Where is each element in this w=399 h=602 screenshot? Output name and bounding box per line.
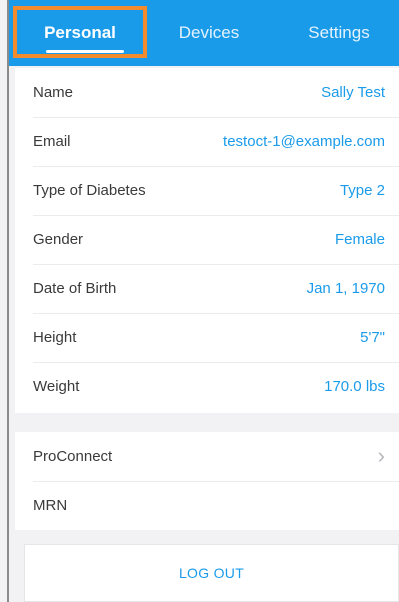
row-value: Type 2 [339,181,385,199]
tab-devices-label: Devices [178,23,240,42]
tab-settings-label: Settings [308,23,370,42]
row-value: 170.0 lbs [324,377,385,395]
row-label: Weight [33,377,80,395]
connection-list: ProConnect › MRN [15,432,399,530]
tab-bar: Personal Devices Settings [9,0,399,66]
active-tab-indicator [46,50,124,53]
row-label: Email [33,132,71,150]
profile-list: Name Sally Test Email testoct-1@example.… [15,68,399,413]
row-label: Name [33,83,74,101]
row-label: ProConnect [33,447,113,465]
row-label: Type of Diabetes [33,181,146,199]
row-diabetes-type[interactable]: Type of Diabetes Type 2 [15,166,399,214]
row-height[interactable]: Height 5'7" [15,313,399,361]
chevron-right-icon: › [377,443,385,468]
row-label: MRN [33,496,68,514]
row-value: 5'7" [360,328,385,346]
row-value: testoct-1@example.com [223,132,385,150]
row-value: Sally Test [321,83,385,101]
row-weight[interactable]: Weight 170.0 lbs [15,362,399,410]
row-date-of-birth[interactable]: Date of Birth Jan 1, 1970 [15,264,399,312]
row-proconnect[interactable]: ProConnect › [15,432,399,480]
tab-settings[interactable]: Settings [279,0,399,66]
row-label: Height [33,328,77,346]
row-mrn[interactable]: MRN [15,481,399,529]
row-label: Date of Birth [33,279,117,297]
row-gender[interactable]: Gender Female [15,215,399,263]
tab-personal-label: Personal [44,23,116,42]
app-frame: Personal Devices Settings Name Sally Tes… [0,0,399,602]
logout-button[interactable]: LOG OUT [24,544,399,602]
row-value: Jan 1, 1970 [306,279,385,297]
logout-label: LOG OUT [178,565,245,581]
tab-devices[interactable]: Devices [149,0,269,66]
row-name[interactable]: Name Sally Test [15,68,399,116]
tab-personal[interactable]: Personal [15,0,145,66]
row-value: Female [334,230,385,248]
row-email[interactable]: Email testoct-1@example.com [15,117,399,165]
row-label: Gender [33,230,84,248]
